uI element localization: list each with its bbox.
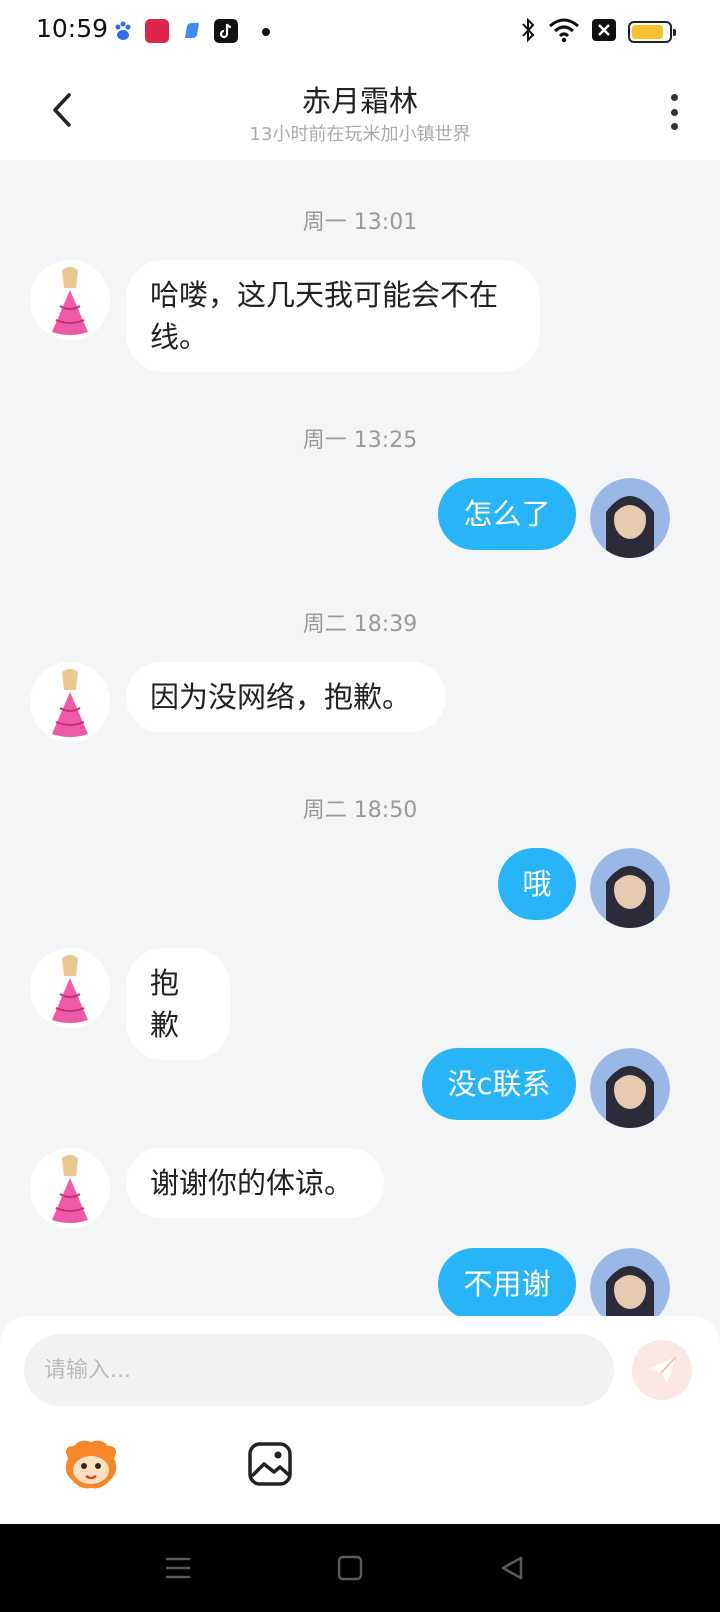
incoming-message-bubble[interactable]: 谢谢你的体谅。: [126, 1148, 384, 1218]
last-seen-status: 13小时前在玩米加小镇世界: [249, 124, 471, 145]
outgoing-message-bubble[interactable]: 不用谢: [438, 1248, 576, 1316]
page-title: 赤月霜林: [301, 84, 418, 118]
chat-message-list[interactable]: 周一 13:01 哈喽，这几天我可能会不在线。 周一 13:25 怎么了 周二 …: [0, 160, 720, 1316]
incoming-message-bubble[interactable]: 因为没网络，抱歉。: [126, 662, 446, 732]
message-timestamp: 周二 18:50: [302, 798, 418, 823]
incoming-message-bubble[interactable]: 哈喽，这几天我可能会不在线。: [126, 260, 540, 372]
status-indicators: [520, 17, 676, 47]
user-avatar[interactable]: [590, 1048, 670, 1128]
chat-header: 赤月霜林 13小时前在玩米加小镇世界: [0, 64, 720, 160]
more-options-button[interactable]: [662, 90, 686, 134]
no-sim-icon: [592, 19, 616, 45]
emoji-mascot-icon[interactable]: [62, 1438, 120, 1490]
message-timestamp: 周一 13:01: [302, 210, 418, 235]
outgoing-message-bubble[interactable]: 哦: [498, 848, 576, 920]
system-navigation-bar: [0, 1524, 720, 1612]
outgoing-message-bubble[interactable]: 没c联系: [422, 1048, 576, 1120]
home-button[interactable]: [332, 1550, 368, 1586]
taobao-live-icon: [145, 19, 169, 43]
user-avatar[interactable]: [590, 848, 670, 928]
outgoing-message-bubble[interactable]: 怎么了: [438, 478, 576, 550]
send-button[interactable]: [632, 1340, 692, 1400]
recent-apps-button[interactable]: [160, 1550, 196, 1586]
triangle-left-icon: [501, 1556, 523, 1580]
notification-dot-icon: [262, 28, 270, 36]
image-icon[interactable]: [246, 1440, 294, 1488]
wifi-icon: [548, 17, 580, 47]
user-avatar[interactable]: [590, 1248, 670, 1316]
blue-app-icon: [180, 19, 204, 43]
square-icon: [337, 1555, 363, 1581]
incoming-message-bubble[interactable]: 抱歉: [126, 948, 230, 1060]
message-input[interactable]: [24, 1334, 614, 1406]
contact-avatar[interactable]: [30, 948, 110, 1028]
tiktok-icon: [214, 19, 238, 43]
status-time: 10:59: [36, 14, 109, 43]
contact-avatar[interactable]: [30, 662, 110, 742]
message-timestamp: 周二 18:39: [302, 612, 418, 637]
contact-avatar[interactable]: [30, 260, 110, 340]
status-bar: 10:59: [0, 0, 720, 64]
message-timestamp: 周一 13:25: [302, 428, 418, 453]
back-nav-button[interactable]: [494, 1550, 530, 1586]
user-avatar[interactable]: [590, 478, 670, 558]
bluetooth-icon: [520, 17, 536, 47]
message-composer: [0, 1316, 720, 1524]
menu-icon: [166, 1557, 190, 1579]
contact-avatar[interactable]: [30, 1148, 110, 1228]
paper-plane-icon: [648, 1356, 677, 1383]
baidu-icon: [111, 19, 135, 43]
battery-icon: [628, 21, 676, 43]
